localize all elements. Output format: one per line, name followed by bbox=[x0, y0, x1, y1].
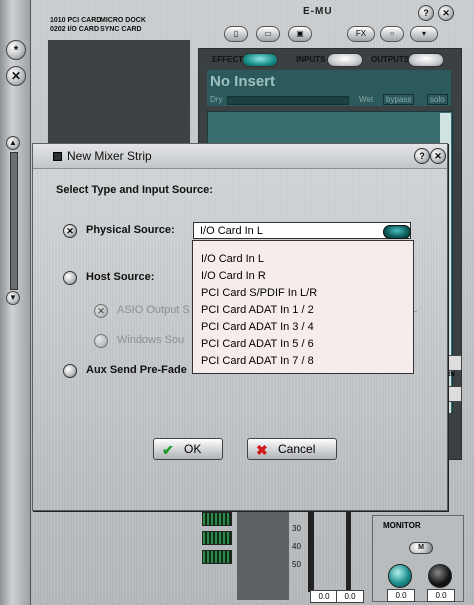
section-title: Select Type and Input Source: bbox=[56, 184, 213, 196]
toolbar-circle-button[interactable]: ○ bbox=[380, 26, 404, 42]
fader-track-2[interactable] bbox=[346, 512, 351, 592]
dry-label: Dry bbox=[210, 95, 223, 104]
dialog-close-button[interactable]: ✕ bbox=[430, 148, 446, 164]
dropdown-option[interactable]: PCI Card ADAT In 7 / 8 bbox=[193, 353, 413, 370]
rail-scroll-down-button[interactable]: ▼ bbox=[6, 291, 20, 305]
ok-button[interactable]: ✔ OK bbox=[153, 438, 223, 460]
cancel-button-label: Cancel bbox=[278, 442, 316, 456]
hardware-right-2: SYNC CARD bbox=[100, 26, 142, 33]
asio-output-label: ASIO Output S bbox=[117, 304, 190, 316]
fader-value-2: 0.0 bbox=[336, 590, 364, 603]
physical-source-dropdown-list[interactable]: I/O Card In L I/O Card In R PCI Card S/P… bbox=[192, 240, 414, 374]
wet-label: Wet bbox=[359, 95, 374, 104]
ok-button-label: OK bbox=[184, 442, 202, 456]
dropdown-option[interactable]: PCI Card ADAT In 3 / 4 bbox=[193, 319, 413, 336]
hardware-right-1: MICRO DOCK bbox=[100, 17, 146, 24]
physical-source-label: Physical Source: bbox=[86, 224, 175, 236]
emu-logo: E-MU bbox=[303, 6, 333, 17]
side-small-button-1[interactable] bbox=[446, 355, 462, 371]
monitor-balance-knob[interactable] bbox=[428, 564, 452, 588]
toolbar-save-button[interactable]: ▣ bbox=[288, 26, 312, 42]
new-mixer-strip-dialog: New Mixer Strip ? ✕ Select Type and Inpu… bbox=[32, 143, 448, 511]
dropdown-option[interactable]: PCI Card ADAT In 5 / 6 bbox=[193, 336, 413, 353]
cancel-button[interactable]: ✖ Cancel bbox=[247, 438, 337, 460]
windows-source-radio[interactable] bbox=[94, 334, 108, 348]
hardware-line-1: 1010 PCI CARD bbox=[50, 17, 102, 24]
level-meter bbox=[202, 550, 232, 564]
hardware-status: 1010 PCI CARD 0202 I/O CARD bbox=[50, 16, 101, 34]
rail-close-button[interactable]: ✕ bbox=[6, 66, 26, 86]
toolbar-open-button[interactable]: ▭ bbox=[256, 26, 280, 42]
fader-value-1: 0.0 bbox=[310, 590, 338, 603]
outputs-tab-button[interactable] bbox=[408, 53, 444, 67]
toolbar-new-button[interactable]: ▯ bbox=[224, 26, 248, 42]
level-meter bbox=[202, 512, 232, 526]
monitor-level-knob[interactable] bbox=[388, 564, 412, 588]
x-icon: ✖ bbox=[256, 442, 268, 458]
scale-50: 50 bbox=[292, 560, 301, 569]
windows-source-label: Windows Sou bbox=[117, 334, 185, 346]
side-small-button-2[interactable] bbox=[446, 386, 462, 402]
monitor-value-2: 0.0 bbox=[427, 589, 455, 602]
hardware-status-right: MICRO DOCK SYNC CARD bbox=[100, 16, 146, 34]
combobox-dropdown-button[interactable] bbox=[383, 225, 411, 239]
toolbar-fx-button[interactable]: FX bbox=[347, 26, 375, 42]
level-meter bbox=[202, 531, 232, 545]
monitor-mute-button[interactable]: M bbox=[409, 542, 433, 554]
main-close-button[interactable]: ✕ bbox=[438, 5, 454, 21]
monitor-value-1: 0.0 bbox=[387, 589, 415, 602]
hardware-line-2: 0202 I/O CARD bbox=[50, 26, 100, 33]
db-scale: 30 40 50 bbox=[292, 524, 301, 570]
solo-button[interactable]: solo bbox=[427, 94, 448, 105]
dry-wet-row: Dry Wet bypass solo bbox=[207, 94, 451, 106]
checkmark-icon: ✔ bbox=[162, 442, 174, 458]
scale-30: 30 bbox=[292, 524, 301, 533]
dry-wet-slider[interactable] bbox=[227, 96, 349, 105]
meter-panel bbox=[237, 512, 289, 600]
inputs-tab-button[interactable] bbox=[327, 53, 363, 67]
dialog-title: New Mixer Strip bbox=[67, 149, 152, 163]
level-meters bbox=[202, 512, 232, 582]
dialog-help-button[interactable]: ? bbox=[414, 148, 430, 164]
host-source-label: Host Source: bbox=[86, 271, 155, 283]
dialog-window-icon bbox=[53, 152, 62, 161]
monitor-section: MONITOR M 0.0 0.0 bbox=[372, 515, 464, 602]
physical-source-radio[interactable]: ✕ bbox=[63, 224, 77, 238]
bypass-button[interactable]: bypass bbox=[383, 94, 415, 105]
effect-tab-button[interactable] bbox=[242, 53, 278, 67]
asterisk-button[interactable]: * bbox=[6, 40, 26, 60]
dialog-titlebar: New Mixer Strip ? ✕ bbox=[33, 144, 447, 169]
host-source-radio[interactable] bbox=[63, 271, 77, 285]
inputs-tab-label: INPUTS bbox=[296, 55, 326, 64]
rail-scrollbar[interactable] bbox=[10, 152, 18, 290]
dropdown-option[interactable]: PCI Card S/PDIF In L/R bbox=[193, 285, 413, 302]
physical-source-combobox[interactable]: I/O Card In L bbox=[193, 222, 411, 239]
left-rail: * ✕ ▲ ▼ bbox=[0, 0, 31, 605]
dropdown-option[interactable]: PCI Card ADAT In 1 / 2 bbox=[193, 302, 413, 319]
patchmix-main-window: * ✕ ▲ ▼ 1010 PCI CARD 0202 I/O CARD MICR… bbox=[0, 0, 474, 605]
monitor-label: MONITOR bbox=[383, 521, 421, 530]
main-help-button[interactable]: ? bbox=[418, 5, 434, 21]
scale-40: 40 bbox=[292, 542, 301, 551]
effect-tab-label: EFFECT bbox=[212, 55, 244, 64]
outputs-tab-label: OUTPUTS bbox=[371, 55, 410, 64]
asio-output-radio[interactable]: ✕ bbox=[94, 304, 108, 318]
no-insert-display: No Insert bbox=[207, 70, 451, 94]
dropdown-option[interactable]: I/O Card In R bbox=[193, 268, 413, 285]
fader-track[interactable] bbox=[308, 512, 314, 592]
dropdown-option[interactable]: I/O Card In L bbox=[193, 251, 413, 268]
rail-scroll-up-button[interactable]: ▲ bbox=[6, 136, 20, 150]
toolbar-menu-button[interactable]: ▾ bbox=[410, 26, 438, 42]
aux-send-label: Aux Send Pre-Fade bbox=[86, 364, 187, 376]
aux-send-radio[interactable] bbox=[63, 364, 77, 378]
